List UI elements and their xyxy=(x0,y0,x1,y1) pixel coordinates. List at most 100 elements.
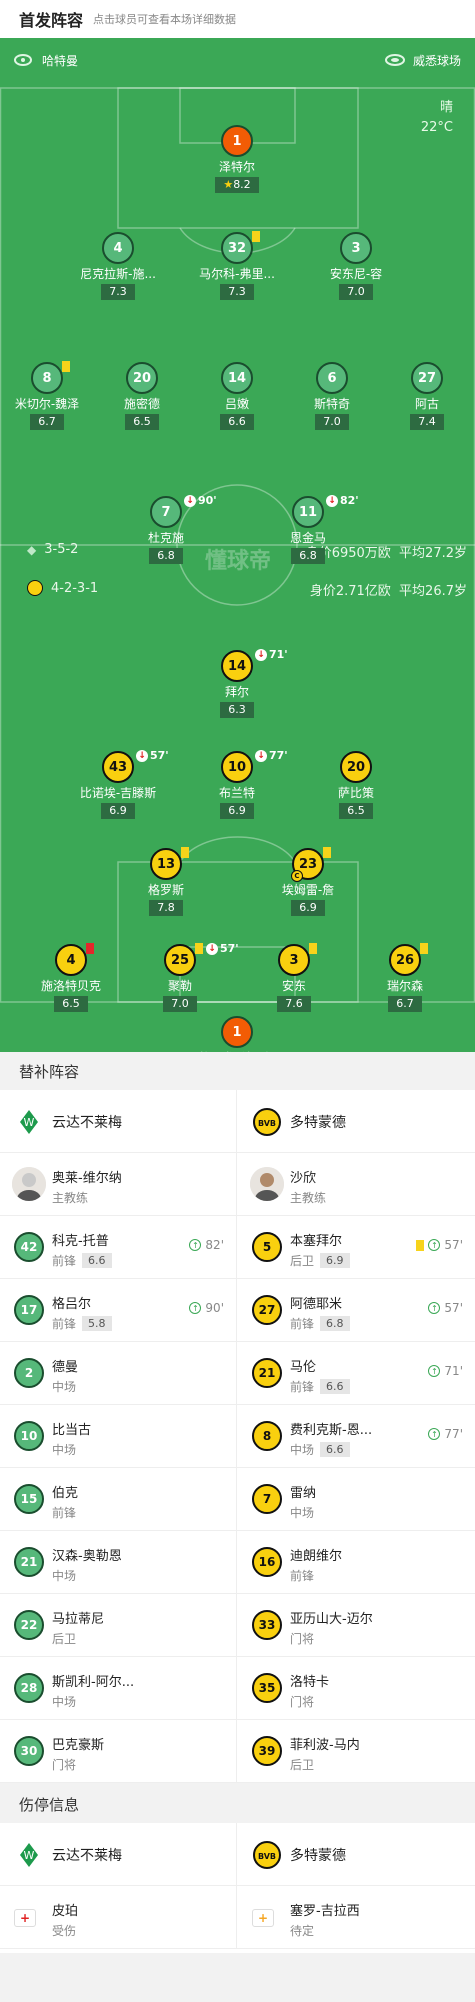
sub-player[interactable]: 8 费利克斯-恩... 中场 6.6 ↑ 77' xyxy=(238,1405,475,1468)
player-rating: 7.8 xyxy=(149,900,183,916)
captain-icon: C xyxy=(291,870,303,882)
sub-player[interactable]: 39 菲利波-马内 后卫 xyxy=(238,1720,475,1783)
player-name: 亚历山大-迈尔 xyxy=(290,1612,373,1627)
sub-player[interactable]: 15 伯克 前锋 xyxy=(0,1468,237,1531)
weather-info: 晴 22°C xyxy=(421,98,453,138)
player-name: 埃姆雷-詹 xyxy=(281,883,335,897)
home-formation-row: ◆ 3-5-2 身价6950万欧 平均27.2岁 xyxy=(0,542,475,566)
player-number-badge: 8 xyxy=(31,361,70,394)
pitch-player[interactable]: 27 阿古 7.4 xyxy=(367,362,475,430)
player-name: 尼克拉斯-施... xyxy=(80,267,156,281)
pitch-player[interactable]: 26 瑞尔森 6.7 xyxy=(345,943,465,1012)
player-position-line: 中场 xyxy=(52,1378,76,1395)
rating-value: 6.3 xyxy=(228,703,246,716)
sub-player[interactable]: 10 比当古 中场 xyxy=(0,1405,237,1468)
subs-team-row: W 云达不莱梅 BVB 多特蒙德 xyxy=(0,1090,475,1153)
sub-in-icon: ↑ xyxy=(428,1239,441,1251)
coach-cell[interactable]: 奥莱-维尔纳 主教练 xyxy=(0,1153,237,1216)
sub-player[interactable]: 22 马拉蒂尼 后卫 xyxy=(0,1594,237,1657)
sub-in-icon: ↑ xyxy=(428,1365,441,1377)
yellow-card-icon xyxy=(420,943,428,954)
player-position: 后卫 xyxy=(290,1758,315,1772)
player-position: 前锋 xyxy=(52,1317,77,1331)
injured-player-home[interactable]: + 皮珀 受伤 xyxy=(0,1886,237,1949)
pitch-player[interactable]: 14 ↓ 71' 拜尔 6.3 xyxy=(177,648,297,718)
whistle-icon xyxy=(14,54,32,66)
sub-player[interactable]: 5 本塞拜尔 后卫 6.9 ↑ 57' xyxy=(238,1216,475,1279)
injured-player-away[interactable]: + 塞罗-吉拉西 待定 xyxy=(238,1886,475,1949)
player-position-line: 前锋 xyxy=(52,1504,76,1521)
away-age: 平均26.7岁 xyxy=(399,584,467,599)
sub-out-icon: ↓ xyxy=(326,494,338,507)
player-number-badge: 10 ↓ 77' xyxy=(221,749,288,783)
sub-player-row: 22 马拉蒂尼 后卫 33 亚历山大-迈尔 门将 xyxy=(0,1594,475,1657)
pitch-player[interactable]: 1格雷戈-科贝尔7.0 xyxy=(177,1016,297,1052)
coach-cell[interactable]: 沙欣 主教练 xyxy=(238,1153,475,1216)
injury-player-row: + 皮珀 受伤 + 塞罗-吉拉西 待定 xyxy=(0,1886,475,1949)
pitch-player[interactable]: 20 萨比策 6.5 xyxy=(296,751,416,819)
sub-player[interactable]: 28 斯凯利-阿尔... 中场 xyxy=(0,1657,237,1720)
subs-section-title: 替补阵容 xyxy=(0,1052,475,1090)
sub-player[interactable]: 42 科克-托普 前锋 6.6 ↑ 82' xyxy=(0,1216,237,1279)
rating-value: 6.8 xyxy=(299,549,317,562)
injury-home-team[interactable]: W 云达不莱梅 xyxy=(0,1823,237,1886)
sub-player[interactable]: 30 巴克豪斯 门将 xyxy=(0,1720,237,1783)
pitch-player[interactable]: 1 泽特尔 ★8.2 xyxy=(177,125,297,193)
player-rating: 6.8 xyxy=(320,1316,350,1331)
injury-away-team[interactable]: BVB 多特蒙德 xyxy=(238,1823,475,1886)
sub-player[interactable]: 2 德曼 中场 xyxy=(0,1342,237,1405)
pitch-player[interactable]: 10 ↓ 77' 布兰特 6.9 xyxy=(177,749,297,819)
pitch-player[interactable]: 13 格罗斯 7.8 xyxy=(106,847,226,916)
player-rating: 6.6 xyxy=(82,1253,112,1268)
rating-value: 6.7 xyxy=(38,415,56,428)
yellow-card-icon xyxy=(181,847,189,858)
pitch-player[interactable]: 3 安东尼-容 7.0 xyxy=(296,232,416,300)
player-position: 中场 xyxy=(52,1569,77,1583)
sub-in-event: ↑ 57' xyxy=(428,1301,463,1315)
player-name: 菲利波-马内 xyxy=(290,1738,360,1753)
sub-time: 71' xyxy=(269,648,288,661)
player-number-badge: 39 xyxy=(252,1736,282,1766)
coach-avatar xyxy=(250,1167,284,1201)
subs-away-team[interactable]: BVB 多特蒙德 xyxy=(238,1090,475,1153)
player-position: 门将 xyxy=(290,1695,315,1709)
rating-value: 7.0 xyxy=(347,285,365,298)
player-position-line: 门将 xyxy=(290,1693,314,1710)
yellow-card-icon xyxy=(62,361,70,372)
sub-player[interactable]: 35 洛特卡 门将 xyxy=(238,1657,475,1720)
player-number-badge: 26 xyxy=(389,943,428,976)
werder-logo-icon: W xyxy=(14,1840,44,1870)
yellow-card-icon xyxy=(416,1239,425,1251)
pitch-player[interactable]: 25 ↓ 57' 聚勒 7.0 xyxy=(120,942,240,1012)
away-value: 身价2.71亿欧 xyxy=(309,584,391,599)
pitch-player[interactable]: 32 马尔科-弗里... 7.3 xyxy=(177,231,297,300)
injury-table: W 云达不莱梅 BVB 多特蒙德 + 皮珀 受伤 + 塞罗-吉拉西 待定 xyxy=(0,1823,475,1953)
sub-player[interactable]: 21 汉森-奥勒恩 中场 xyxy=(0,1531,237,1594)
sub-player[interactable]: 17 格吕尔 前锋 5.8 ↑ 90' xyxy=(0,1279,237,1342)
pitch-player[interactable]: 4 施洛特贝克 6.5 xyxy=(11,943,131,1012)
player-name: 安东尼-容 xyxy=(329,267,383,281)
sub-player[interactable]: 21 马伦 前锋 6.6 ↑ 71' xyxy=(238,1342,475,1405)
sub-player[interactable]: 27 阿德耶米 前锋 6.8 ↑ 57' xyxy=(238,1279,475,1342)
team-name: 多特蒙德 xyxy=(290,1847,346,1864)
player-number-badge: 3 xyxy=(278,943,317,976)
subs-home-team[interactable]: W 云达不莱梅 xyxy=(0,1090,237,1153)
injury-status: 待定 xyxy=(290,1924,315,1938)
pitch-player[interactable]: 3 安东 7.6 xyxy=(234,943,354,1012)
player-position-line: 中场 6.6 xyxy=(290,1441,350,1458)
sub-player-row: 21 汉森-奥勒恩 中场 16 迪朗维尔 前锋 xyxy=(0,1531,475,1594)
pitch-player[interactable]: 4 尼克拉斯-施... 7.3 xyxy=(58,232,178,300)
pitch-player[interactable]: 43 ↓ 57' 比诺埃-吉滕斯 6.9 xyxy=(58,749,178,819)
red-card-icon xyxy=(86,943,94,954)
pitch-player[interactable]: 23 C 埃姆雷-詹 6.9 xyxy=(248,847,368,916)
sub-player[interactable]: 33 亚历山大-迈尔 门将 xyxy=(238,1594,475,1657)
sub-player[interactable]: 7 雷纳 中场 xyxy=(238,1468,475,1531)
coach-role: 主教练 xyxy=(52,1191,89,1205)
pitch-player[interactable]: 7 ↓ 90' 杜克施 6.8 xyxy=(106,494,226,564)
sub-player[interactable]: 16 迪朗维尔 前锋 xyxy=(238,1531,475,1594)
pitch: 哈特曼 威悉球场 晴 22°C 懂球帝 ◆ 3-5-2 身价6950万欧 平均27… xyxy=(0,38,475,1052)
player-position: 前锋 xyxy=(290,1569,315,1583)
team-name: 云达不莱梅 xyxy=(52,1114,122,1131)
pitch-player[interactable]: 11 ↓ 82' 恩金马 6.8 xyxy=(248,494,368,564)
player-name: 泽特尔 xyxy=(218,160,255,174)
